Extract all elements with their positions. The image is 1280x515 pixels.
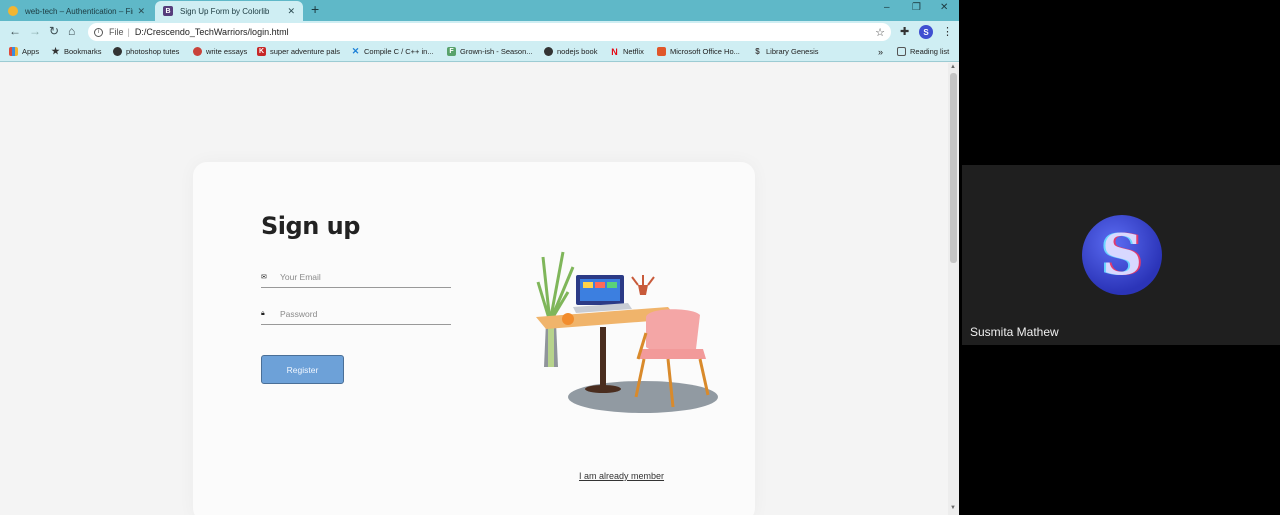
bootstrap-favicon-icon: B	[163, 6, 173, 16]
scroll-up-icon[interactable]: ▲	[950, 64, 956, 70]
tab-close-icon[interactable]: ✕	[287, 6, 295, 17]
home-icon[interactable]: ⌂	[68, 24, 75, 38]
firebase-favicon-icon	[8, 6, 18, 16]
bookmark-microsoft-office[interactable]: Microsoft Office Ho...	[657, 47, 740, 56]
globe-icon	[544, 47, 553, 56]
bookmark-label: Library Genesis	[766, 47, 819, 56]
address-bar[interactable]: i File | D:/Crescendo_TechWarriors/login…	[88, 23, 891, 41]
profile-avatar[interactable]: S	[919, 25, 933, 39]
envelope-icon: ✉	[261, 273, 267, 281]
url-scheme: File	[109, 27, 124, 37]
tab-label: web-tech – Authentication – Fire	[25, 6, 134, 16]
email-input[interactable]	[280, 271, 440, 282]
bookmark-label: photoshop tutes	[126, 47, 180, 56]
bookmark-label: Apps	[22, 47, 40, 56]
back-icon[interactable]: ←	[9, 24, 21, 38]
menu-icon[interactable]: ⋮	[942, 25, 953, 38]
lock-icon: 🔒︎	[261, 309, 265, 317]
site-info-icon[interactable]: i	[94, 27, 103, 37]
bookmark-apps[interactable]: Apps	[9, 47, 39, 56]
bookmark-nodejs-book[interactable]: nodejs book	[544, 47, 597, 56]
more-bookmarks-icon[interactable]: »	[878, 47, 883, 57]
globe-icon	[113, 47, 122, 56]
bookmark-label: write essays	[206, 47, 248, 56]
minimize-icon[interactable]: –	[884, 2, 890, 13]
browser-toolbar: ← → ↻ ⌂ i File | D:/Crescendo_TechWarrio…	[0, 21, 959, 43]
participant-name: Susmita Mathew	[970, 325, 1059, 339]
bookmark-write-essays[interactable]: write essays	[193, 47, 247, 56]
new-tab-icon[interactable]: +	[311, 1, 319, 17]
bookmarks-bar: Apps ★ Bookmarks photoshop tutes write es…	[0, 43, 959, 62]
tab-close-icon[interactable]: ✕	[137, 6, 145, 17]
netflix-icon: N	[611, 46, 618, 57]
bookmark-netflix[interactable]: N Netflix	[610, 46, 644, 57]
reading-list-label: Reading list	[910, 47, 950, 56]
apps-icon	[9, 47, 18, 56]
page-title: Sign up	[261, 212, 360, 240]
tab-strip: web-tech – Authentication – Fire ✕ B Sig…	[0, 0, 959, 21]
bookmark-compile-c[interactable]: ✕ Compile C / C++ in...	[351, 46, 434, 56]
reading-list[interactable]: Reading list	[897, 47, 949, 56]
restore-icon[interactable]: ❐	[912, 2, 921, 13]
bookmark-label: Bookmarks	[64, 47, 102, 56]
essay-icon	[193, 47, 202, 56]
bookmark-super-adventure-pals[interactable]: Ksuper adventure pals	[257, 47, 340, 56]
bookmark-grown-ish[interactable]: F Grown-ish - Season...	[447, 47, 533, 56]
bookmark-label: super adventure pals	[270, 47, 341, 56]
reading-list-icon	[897, 47, 906, 56]
tab-sign-up-form[interactable]: B Sign Up Form by Colorlib ✕	[155, 1, 303, 21]
vscode-icon: ✕	[351, 46, 360, 56]
bookmark-bookmarks[interactable]: ★ Bookmarks	[51, 46, 102, 56]
tab-authentication[interactable]: web-tech – Authentication – Fire ✕	[0, 1, 153, 21]
already-member-link[interactable]: I am already member	[579, 471, 664, 481]
tab-label: Sign Up Form by Colorlib	[180, 6, 270, 16]
scroll-down-icon[interactable]: ▼	[950, 505, 956, 511]
page-viewport: Sign up ✉ 🔒︎ Register	[0, 63, 948, 515]
close-window-icon[interactable]: ✕	[940, 2, 948, 13]
desk-illustration	[536, 251, 718, 413]
participant-avatar: S	[1082, 215, 1162, 295]
email-field[interactable]: ✉	[261, 266, 451, 288]
reload-icon[interactable]: ↻	[49, 24, 59, 38]
gf-icon: F	[447, 47, 456, 56]
bookmark-library-genesis[interactable]: $ Library Genesis	[753, 47, 819, 56]
browser-window: web-tech – Authentication – Fire ✕ B Sig…	[0, 0, 959, 515]
bookmark-label: Compile C / C++ in...	[364, 47, 434, 56]
bookmark-label: Grown-ish - Season...	[460, 47, 533, 56]
bookmark-star-icon[interactable]: ☆	[875, 26, 885, 39]
bookmark-label: Microsoft Office Ho...	[670, 47, 740, 56]
register-button[interactable]: Register	[261, 355, 344, 384]
star-icon: ★	[51, 46, 60, 56]
password-input[interactable]	[280, 308, 440, 319]
forward-icon[interactable]: →	[29, 24, 41, 38]
signup-card: Sign up ✉ 🔒︎ Register	[193, 162, 755, 515]
password-field[interactable]: 🔒︎	[261, 303, 451, 325]
bookmark-photoshop-tutes[interactable]: photoshop tutes	[113, 47, 179, 56]
url-separator: |	[127, 27, 130, 37]
extensions-icon[interactable]: ✚	[900, 25, 909, 38]
k-icon: K	[257, 47, 266, 56]
participant-tile[interactable]: S Susmita Mathew	[962, 165, 1280, 345]
url-text: D:/Crescendo_TechWarriors/login.html	[134, 27, 289, 37]
office-icon	[657, 47, 666, 56]
lg-icon: $	[755, 47, 760, 56]
bookmark-label: nodejs book	[557, 47, 598, 56]
page-scrollbar[interactable]: ▲ ▼	[948, 63, 959, 515]
scrollbar-thumb[interactable]	[950, 73, 957, 263]
bookmark-label: Netflix	[623, 47, 644, 56]
